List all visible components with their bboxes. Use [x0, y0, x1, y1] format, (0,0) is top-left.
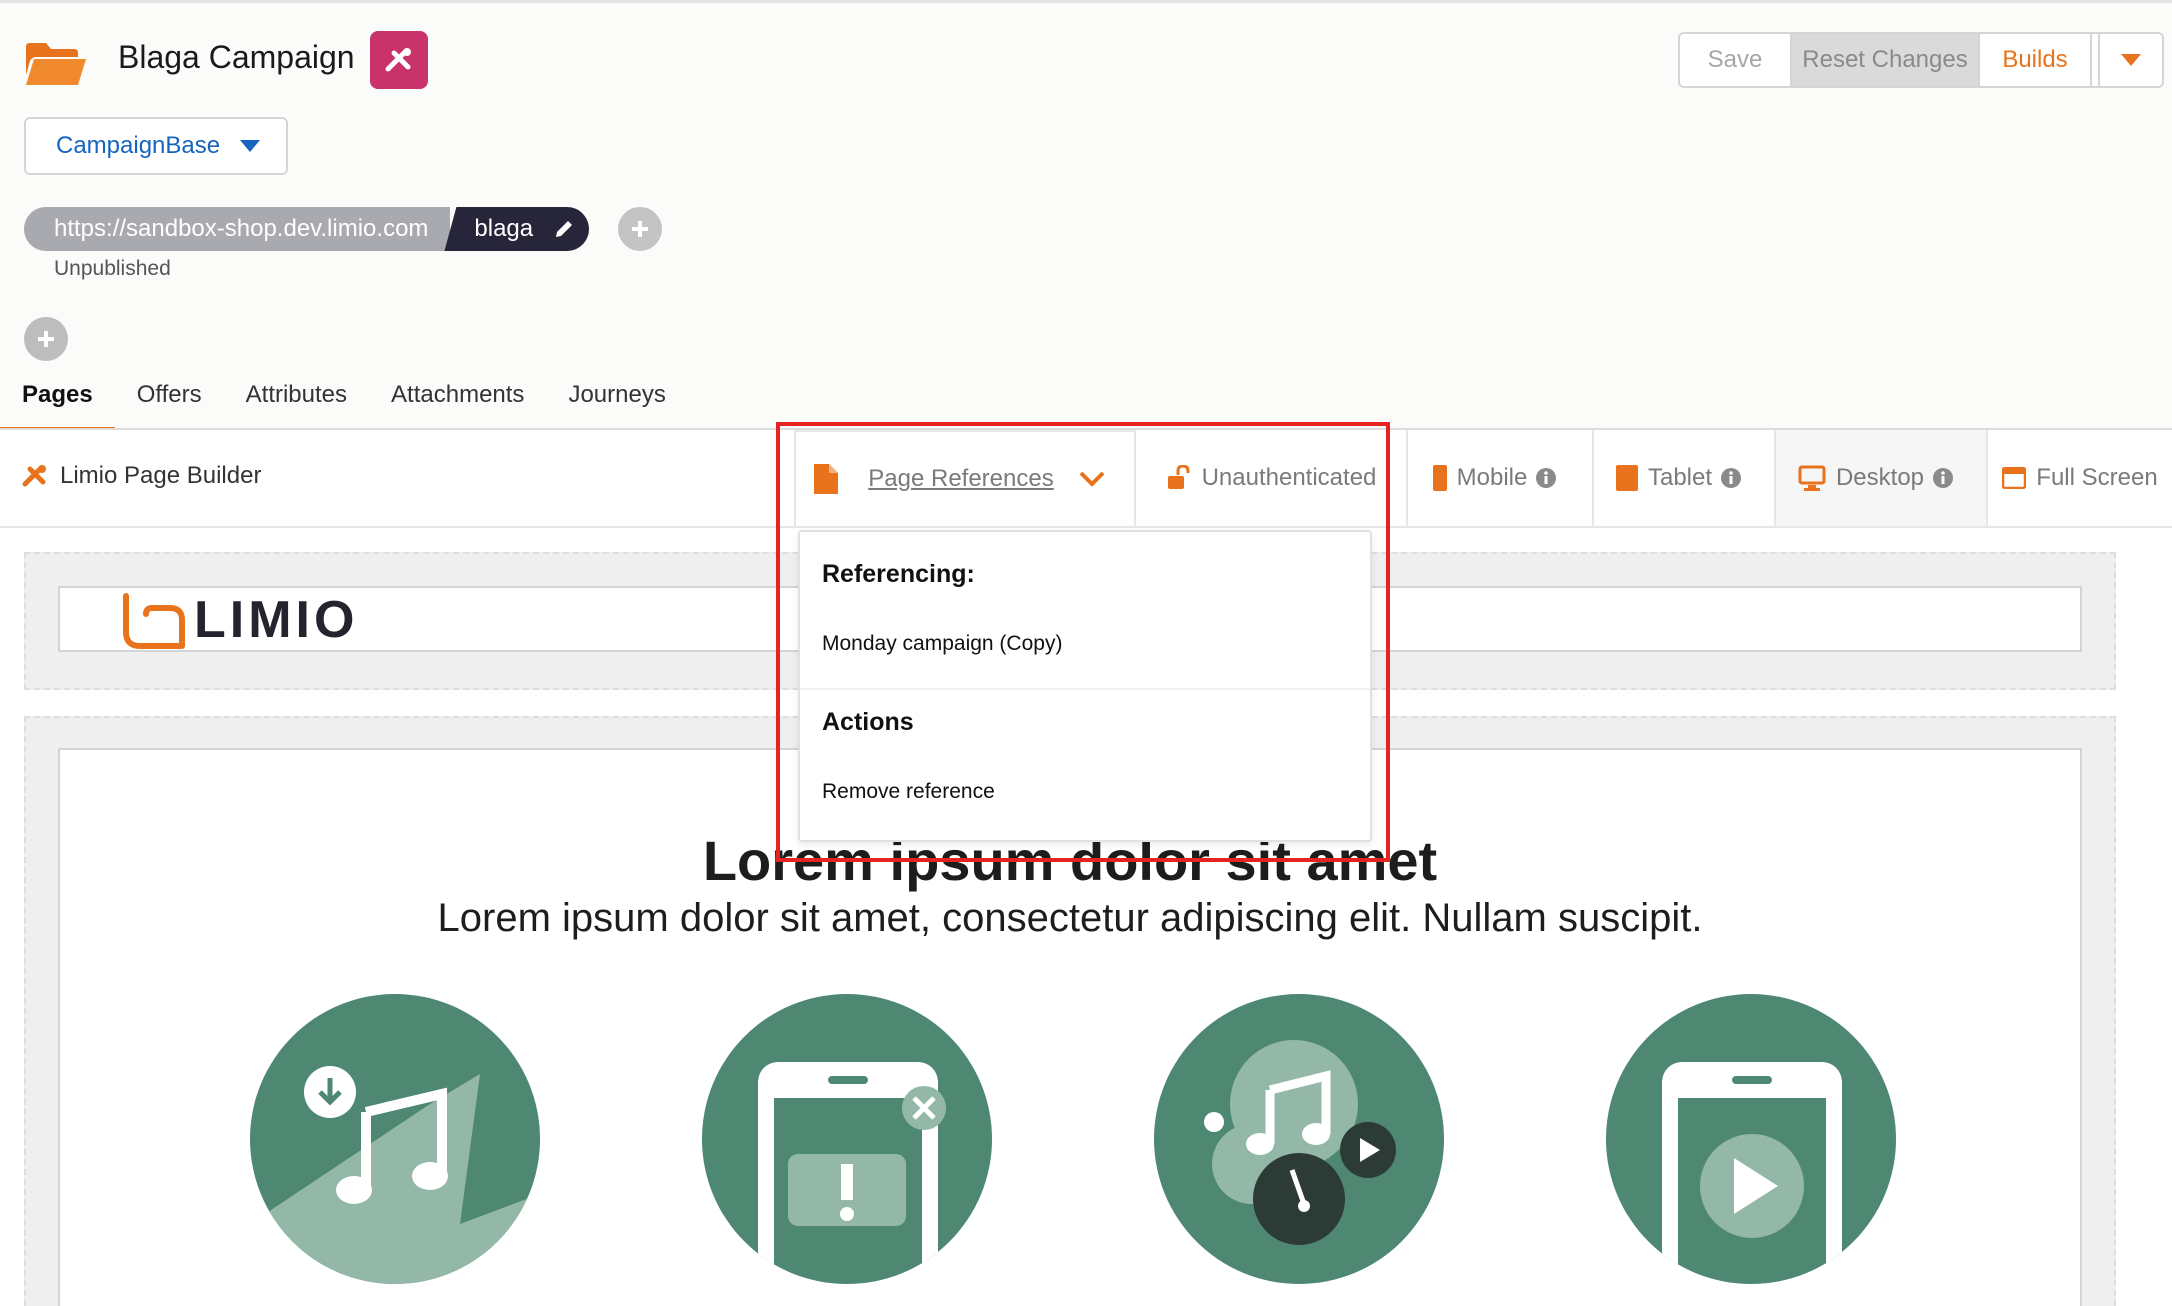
mobile-video-feature [1606, 994, 1896, 1284]
desktop-icon [1798, 465, 1826, 491]
mobile-alert-feature [702, 994, 992, 1284]
music-download-feature [250, 994, 540, 1284]
unlock-icon [1167, 465, 1190, 489]
hero-subtitle: Lorem ipsum dolor sit amet, consectetur … [437, 896, 1703, 940]
tablet-label: Tablet [1647, 464, 1713, 491]
mobile-alert-icon [758, 1062, 946, 1284]
tablet-view-button[interactable]: Tablet [1592, 430, 1774, 526]
page-builder-toolbar: Limio Page Builder Page References Unaut… [0, 430, 2172, 528]
tab-offers[interactable]: Offers [115, 367, 224, 431]
document-icon [814, 464, 839, 494]
campaign-tools-badge[interactable] [370, 31, 428, 89]
builds-button[interactable]: Builds [1980, 34, 2092, 86]
music-player-icon [1204, 1040, 1396, 1245]
tools-icon [22, 465, 46, 487]
remove-reference-item[interactable]: Remove reference [822, 780, 995, 804]
chevron-down-icon [1079, 471, 1105, 487]
page-builder-text: Limio Page Builder [60, 462, 262, 489]
tab-attachments[interactable]: Attachments [369, 367, 546, 431]
campaign-tabs: Pages Offers Attributes Attachments Jour… [0, 367, 688, 431]
info-icon [1536, 468, 1557, 488]
referenced-page-item[interactable]: Monday campaign (Copy) [822, 632, 1062, 656]
window-icon [2002, 467, 2027, 489]
folder-open-icon [26, 43, 86, 85]
plus-icon [632, 221, 648, 237]
builds-dropdown-button[interactable] [2098, 34, 2162, 86]
page-references-button[interactable]: Page References [794, 430, 1136, 526]
url-host: https://sandbox-shop.dev.limio.com [24, 207, 451, 251]
save-button[interactable]: Save [1680, 34, 1792, 86]
music-player-feature [1154, 994, 1444, 1284]
tab-journeys[interactable]: Journeys [546, 367, 687, 431]
menu-divider [800, 688, 1370, 690]
pencil-icon [556, 221, 573, 237]
page-references-menu: Referencing: Monday campaign (Copy) Acti… [798, 530, 1372, 842]
unauthenticated-toggle[interactable]: Unauthenticated [1136, 430, 1406, 526]
actions-heading: Actions [822, 708, 914, 736]
full-screen-button[interactable]: Full Screen [1986, 430, 2172, 526]
music-download-icon [250, 1066, 540, 1284]
referencing-heading: Referencing: [822, 560, 975, 588]
publish-status: Unpublished [54, 257, 171, 280]
tab-pages[interactable]: Pages [0, 367, 115, 431]
mobile-video-icon [1662, 1062, 1842, 1284]
url-slug-label: blaga [474, 215, 534, 242]
page-references-label: Page References [868, 465, 1054, 492]
campaign-url: https://sandbox-shop.dev.limio.com blaga [24, 207, 590, 251]
desktop-label: Desktop [1835, 464, 1925, 491]
mobile-icon [1432, 465, 1447, 491]
logo-text: LIMIO [194, 591, 359, 649]
desktop-view-button[interactable]: Desktop [1774, 430, 1986, 526]
full-screen-label: Full Screen [2036, 464, 2158, 491]
tab-attributes[interactable]: Attributes [224, 367, 369, 431]
plus-icon [38, 331, 54, 347]
caret-down-icon [240, 140, 261, 152]
tablet-icon [1615, 465, 1638, 491]
tools-icon [385, 48, 411, 72]
add-button[interactable] [24, 317, 68, 361]
unauthenticated-label: Unauthenticated [1201, 464, 1377, 491]
info-icon [1933, 468, 1954, 488]
page-builder-label: Limio Page Builder [22, 462, 261, 490]
top-action-group: Save Reset Changes Builds [1678, 32, 2164, 88]
caret-down-icon [2121, 54, 2141, 66]
campaign-title: Blaga Campaign [118, 39, 355, 75]
mobile-label: Mobile [1456, 464, 1528, 491]
mobile-view-button[interactable]: Mobile [1406, 430, 1592, 526]
reset-changes-button[interactable]: Reset Changes [1792, 34, 1980, 86]
add-url-button[interactable] [618, 207, 662, 251]
url-slug-edit[interactable]: blaga [444, 207, 590, 251]
campaign-base-label: CampaignBase [56, 132, 221, 159]
campaign-base-select[interactable]: CampaignBase [24, 117, 288, 175]
info-icon [1721, 468, 1742, 488]
campaign-header: Blaga Campaign Save Reset Changes Builds… [0, 0, 2172, 431]
limio-logo-icon [123, 593, 185, 649]
